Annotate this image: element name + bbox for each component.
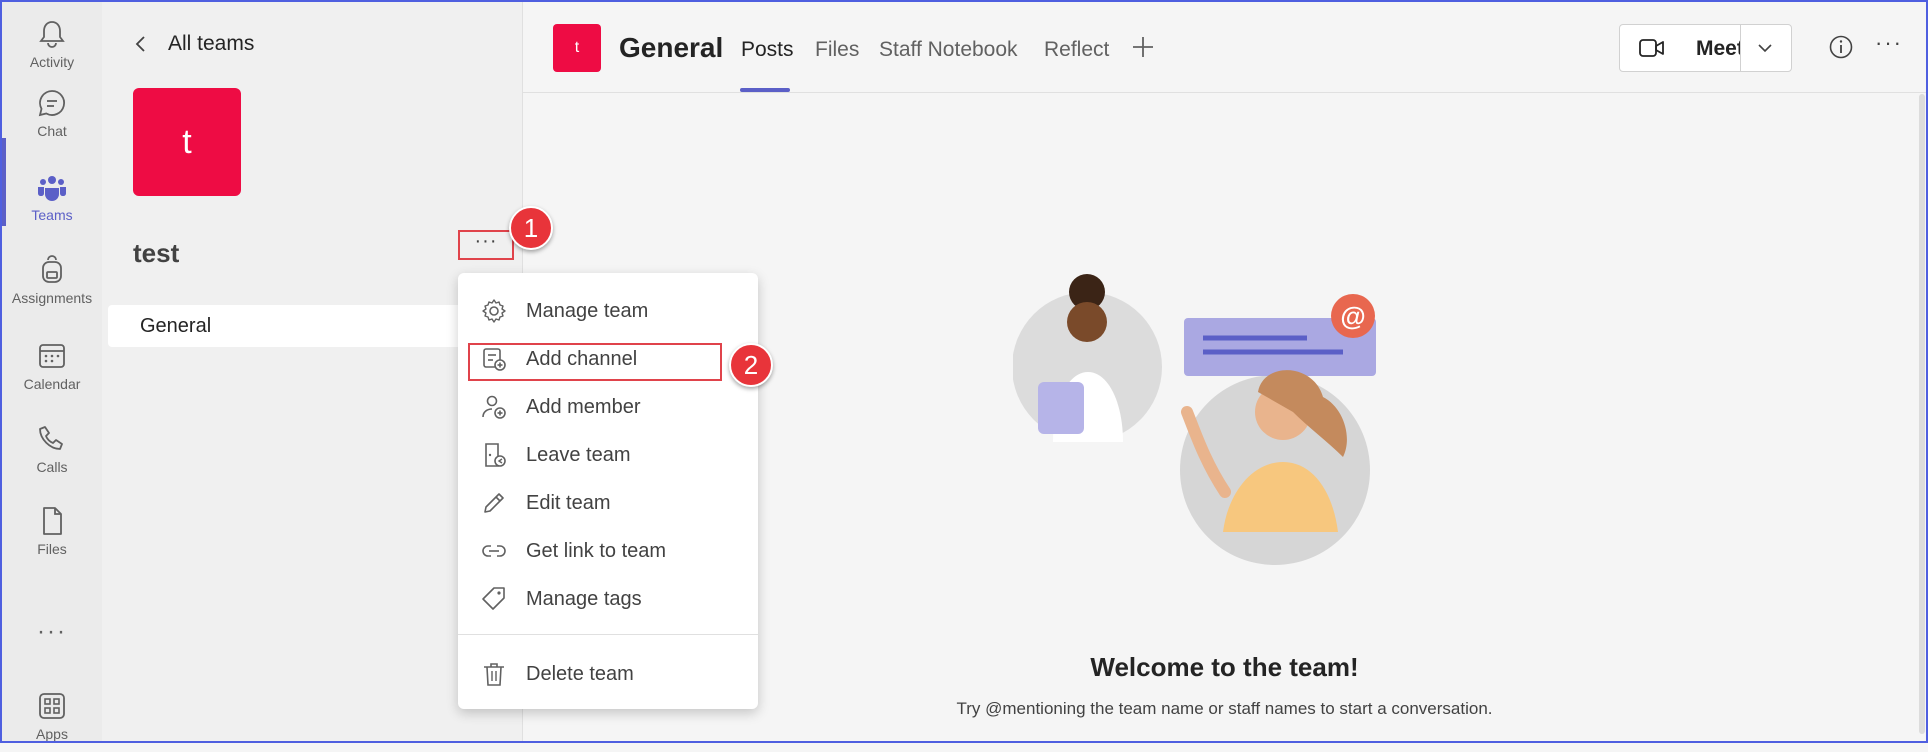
rail-label: Files [37, 541, 67, 557]
rail-label: Assignments [11, 290, 93, 306]
menu-item-label: Manage team [526, 299, 649, 322]
add-person-icon [482, 395, 506, 419]
vertical-scrollbar[interactable] [1919, 94, 1925, 734]
team-context-menu: Manage team Add channel Add member Leave… [458, 273, 758, 709]
backpack-icon [42, 255, 62, 283]
tab-reflect[interactable]: Reflect [1044, 38, 1109, 62]
meet-options-dropdown[interactable] [1740, 24, 1792, 72]
menu-item-label: Leave team [526, 443, 631, 466]
tab-posts[interactable]: Posts [741, 38, 794, 62]
menu-item-manage-tags[interactable]: Manage tags [458, 577, 758, 621]
leave-icon [485, 443, 506, 467]
rail-label: Chat [37, 123, 67, 139]
calendar-icon [39, 344, 65, 368]
menu-item-label: Add channel [526, 347, 638, 370]
gear-icon [482, 299, 506, 323]
menu-item-get-link[interactable]: Get link to team [458, 529, 758, 573]
rail-item-calls[interactable]: Calls [2, 407, 102, 485]
rail-label: Calls [36, 459, 68, 475]
rail-item-calendar[interactable]: Calendar [2, 324, 102, 402]
teams-icon [38, 176, 66, 201]
video-camera-icon [1639, 39, 1664, 57]
all-teams-link[interactable]: All teams [132, 32, 254, 56]
chat-icon [38, 90, 66, 117]
menu-item-add-member[interactable]: Add member [458, 385, 758, 429]
chevron-down-icon [1758, 44, 1772, 53]
menu-item-label: Add member [526, 395, 641, 418]
app-rail: Activity Chat Teams Assignments Calendar… [2, 2, 102, 742]
rail-label: Teams [31, 207, 73, 223]
svg-text:@: @ [1340, 301, 1365, 331]
rail-item-assignments[interactable]: Assignments [2, 238, 102, 316]
bell-icon [39, 21, 65, 48]
rail-label: Calendar [23, 376, 81, 392]
link-icon [482, 545, 506, 557]
apps-icon [39, 693, 65, 719]
meet-label: Meet [1696, 37, 1744, 60]
channel-header: t General Posts Files Staff Notebook Ref… [523, 2, 1926, 93]
menu-item-leave-team[interactable]: Leave team [458, 433, 758, 477]
channel-avatar: t [553, 24, 601, 72]
info-icon[interactable] [1828, 34, 1854, 60]
all-teams-label: All teams [168, 32, 255, 55]
menu-item-manage-team[interactable]: Manage team [458, 289, 758, 333]
menu-item-label: Get link to team [526, 539, 667, 562]
tab-files[interactable]: Files [815, 38, 859, 62]
rail-item-files[interactable]: Files [2, 489, 102, 567]
channel-title: General [619, 32, 724, 63]
rail-label: Activity [29, 54, 75, 70]
more-options-button[interactable]: ··· [1875, 30, 1903, 56]
file-icon [43, 507, 62, 535]
rail-label: Apps [36, 726, 68, 742]
trash-icon [484, 663, 504, 686]
menu-item-edit-team[interactable]: Edit team [458, 481, 758, 525]
team-more-options-button[interactable]: ··· [458, 230, 514, 260]
menu-item-label: Delete team [526, 662, 634, 685]
menu-divider [458, 634, 758, 635]
callout-badge-1: 1 [509, 206, 553, 250]
callout-badge-2: 2 [729, 343, 773, 387]
channel-label: General [140, 315, 212, 337]
add-tab-plus-icon[interactable] [1130, 34, 1156, 60]
menu-item-label: Edit team [526, 491, 611, 514]
phone-icon [39, 426, 63, 450]
rail-item-teams[interactable]: Teams [2, 138, 102, 233]
add-channel-icon [483, 348, 506, 371]
welcome-illustration: @ [1013, 274, 1376, 565]
tag-icon [482, 587, 505, 610]
team-name: test [133, 238, 180, 268]
menu-item-label: Manage tags [526, 587, 642, 610]
pencil-icon [484, 493, 504, 513]
active-tab-underline [740, 88, 790, 92]
chevron-left-icon [135, 36, 145, 52]
menu-item-add-channel[interactable]: Add channel [458, 337, 758, 381]
rail-more-button[interactable]: ··· [2, 618, 102, 646]
rail-item-chat[interactable]: Chat [2, 71, 102, 149]
menu-item-delete-team[interactable]: Delete team [458, 652, 758, 696]
rail-item-activity[interactable]: Activity [2, 2, 102, 80]
team-avatar: t [133, 88, 241, 196]
tab-staff-notebook[interactable]: Staff Notebook [879, 38, 1018, 62]
rail-item-apps[interactable]: Apps [2, 674, 102, 752]
